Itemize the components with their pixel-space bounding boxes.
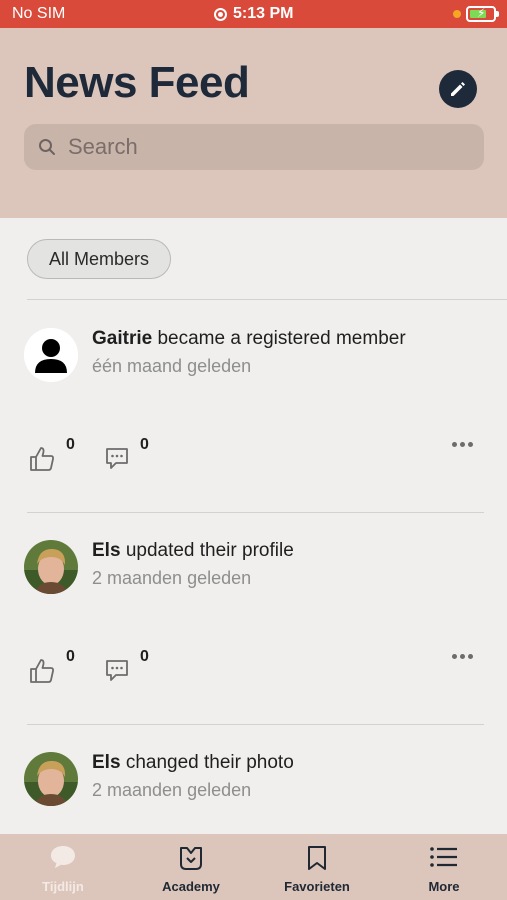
avatar[interactable] [24,752,78,806]
tab-label: Academy [162,879,220,894]
list-icon [430,847,457,867]
activity-text: Els updated their profile [92,540,294,562]
recording-dot-icon [453,10,461,18]
feed-item: Els updated their profile 2 maanden gele… [0,512,507,724]
like-icon[interactable] [28,445,56,473]
carrier-label: No SIM [12,5,66,22]
avatar[interactable] [24,328,78,382]
activity-text: Gaitrie became a registered member [92,328,406,350]
tab-label: More [428,879,460,894]
activity-time: één maand geleden [92,356,252,376]
activity-time: 2 maanden geleden [92,568,252,588]
like-count: 0 [66,436,75,453]
battery-icon: ⚡ [466,6,499,22]
location-icon [214,7,227,21]
activity-action: became a registered member [157,328,406,349]
more-options-icon[interactable] [452,654,473,659]
academy-icon [180,847,202,870]
user-name-link[interactable]: Els [92,540,121,561]
avatar[interactable] [24,540,78,594]
comment-count: 0 [140,436,149,453]
search-bar[interactable] [24,124,484,170]
status-time: 5:13 PM [233,5,294,22]
activity-time: 2 maanden geleden [92,780,252,800]
activity-text: Els changed their photo [92,752,294,774]
tab-label: Favorieten [284,879,350,894]
bottom-tab-bar: Tijdlijn Academy Favorieten More [0,834,507,900]
filter-all-members-button[interactable]: All Members [27,239,171,279]
profile-photo [24,540,78,594]
tab-favorieten[interactable]: Favorieten [254,834,380,900]
tab-label: Tijdlijn [42,879,84,894]
page-title: News Feed [24,58,250,107]
activity-action: updated their profile [125,540,294,561]
profile-photo [24,752,78,806]
header [0,28,507,218]
feed-item: Gaitrie became a registered member één m… [0,300,507,512]
like-icon[interactable] [28,657,56,685]
tab-more[interactable]: More [381,834,507,900]
search-icon [39,139,55,155]
comment-icon[interactable] [104,445,130,471]
more-options-icon[interactable] [452,442,473,447]
user-name-link[interactable]: Gaitrie [92,328,152,349]
default-user-icon [24,328,78,382]
comment-count: 0 [140,648,149,665]
tab-academy[interactable]: Academy [128,834,254,900]
status-clock: 5:13 PM [214,5,293,23]
activity-action: changed their photo [125,752,294,773]
compose-button[interactable] [439,70,477,108]
like-count: 0 [66,648,75,665]
pencil-icon [451,82,465,96]
status-bar: No SIM 5:13 PM ⚡ [0,0,507,28]
tab-tijdlijn[interactable]: Tijdlijn [0,834,126,900]
bookmark-icon [308,846,326,870]
search-input[interactable] [68,134,448,160]
user-name-link[interactable]: Els [92,752,121,773]
comment-icon[interactable] [104,657,130,683]
chat-bubble-icon [51,846,75,868]
